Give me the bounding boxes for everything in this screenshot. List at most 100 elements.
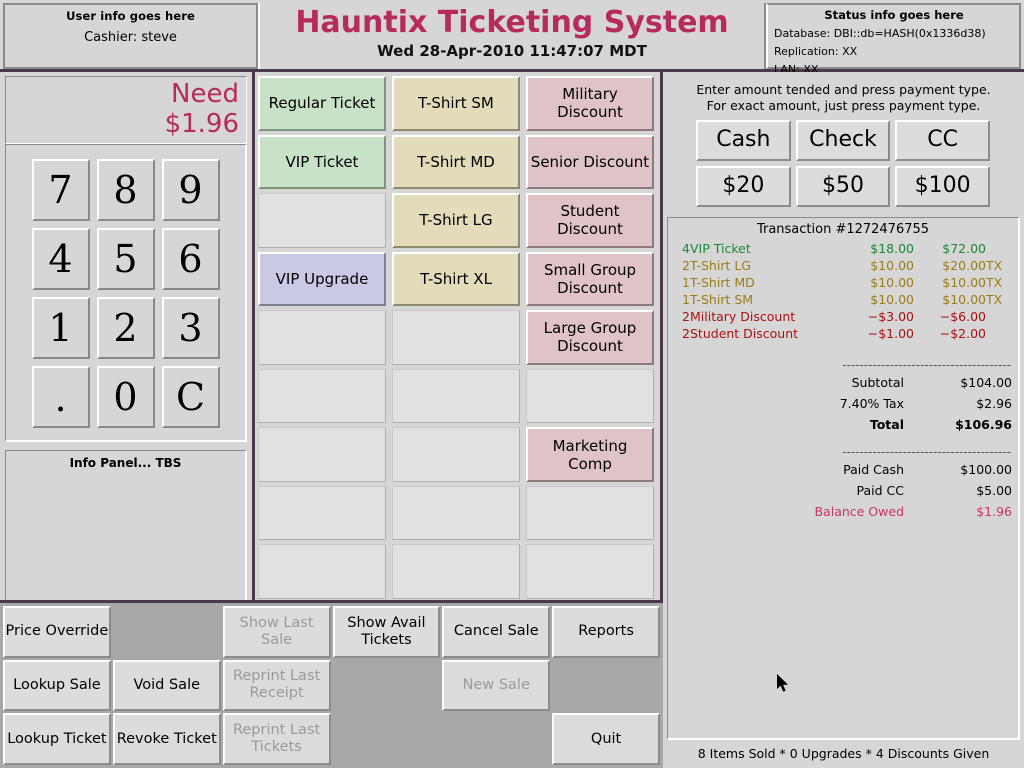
toolbar-button-lookup-ticket[interactable]: Lookup Ticket (3, 713, 111, 765)
product-button-senior-discount[interactable]: Senior Discount (526, 134, 654, 190)
keypad-key-4[interactable]: 4 (31, 228, 90, 290)
line-unit: −$3.00 (867, 309, 914, 324)
keypad-key-7[interactable]: 7 (31, 159, 90, 221)
toolbar-button-blank-1 (112, 606, 221, 658)
total-row-label: Paid Cash (843, 462, 904, 477)
amount-display-panel: Need $1.96 (5, 76, 247, 144)
product-button-t-shirt-xl[interactable]: T-Shirt XL (392, 251, 520, 307)
app-header: User info goes here Cashier: steve Haunt… (0, 0, 1024, 76)
product-button-t-shirt-md[interactable]: T-Shirt MD (392, 134, 520, 190)
line-ext: $10.00 (942, 292, 986, 307)
toolbar-button-revoke-ticket[interactable]: Revoke Ticket (112, 713, 221, 765)
product-button-empty-15 (258, 368, 386, 424)
keypad-key-dot[interactable]: . (31, 366, 90, 428)
product-button-t-shirt-sm[interactable]: T-Shirt SM (392, 76, 520, 131)
totals-divider-top: --------------------------------------- (842, 358, 1011, 372)
toolbar-button-show-last-sale: Show Last Sale (222, 606, 331, 658)
transaction-line-row[interactable]: 2 Student Discount −$1.00 −$2.00 (674, 325, 1012, 342)
total-row-value: $1.96 (976, 504, 1012, 519)
toolbar-grid: Price Override Show Last Sale Show Avail T… (3, 606, 660, 765)
payment-button-cash[interactable]: Cash (696, 120, 791, 161)
product-button-empty-6 (258, 193, 386, 248)
product-button-empty-25 (392, 544, 520, 599)
total-row-value: $2.96 (976, 396, 1012, 411)
line-desc: T-Shirt LG (690, 258, 751, 273)
keypad-key-6[interactable]: 6 (161, 228, 220, 290)
product-button-t-shirt-lg[interactable]: T-Shirt LG (392, 193, 520, 248)
transaction-line-row[interactable]: 4 VIP Ticket $18.00 $72.00 (674, 240, 1012, 257)
product-button-vip-upgrade[interactable]: VIP Upgrade (258, 251, 386, 307)
product-button-small-group-discount[interactable]: Small Group Discount (526, 251, 654, 307)
need-label: Need (171, 79, 239, 109)
keypad-key-9[interactable]: 9 (161, 159, 220, 221)
product-button-large-group-discount[interactable]: Large Group Discount (526, 310, 654, 365)
keypad-key-1[interactable]: 1 (31, 297, 90, 359)
toolbar-button-new-sale: New Sale (442, 659, 551, 712)
product-button-empty-19 (392, 427, 520, 482)
payment-button-cc[interactable]: CC (895, 120, 990, 161)
keypad-key-0[interactable]: 0 (96, 366, 155, 428)
line-desc: T-Shirt SM (690, 292, 754, 307)
line-qty: 1 (682, 292, 690, 307)
keypad-key-2[interactable]: 2 (96, 297, 155, 359)
payment-button-50[interactable]: $50 (795, 166, 891, 207)
toolbar-button-reprint-last-tickets: Reprint Last Tickets (222, 713, 331, 765)
line-unit: $18.00 (870, 241, 914, 256)
total-row-label: 7.40% Tax (839, 396, 904, 411)
toolbar-button-price-override[interactable]: Price Override (3, 606, 111, 658)
line-ext: $20.00 (942, 258, 986, 273)
transaction-line-row[interactable]: 1 T-Shirt SM $10.00 $10.00 TX (674, 291, 1012, 308)
total-row: Paid Cash $100.00 (674, 459, 1012, 480)
line-qty: 2 (682, 326, 690, 341)
keypad-key-5[interactable]: 5 (96, 228, 155, 290)
product-button-marketing-comp[interactable]: Marketing Comp (526, 427, 654, 482)
totals-divider-bottom: --------------------------------------- (842, 445, 1011, 459)
status-info-title: Status info goes here (824, 8, 964, 22)
tender-hint-line1: Enter amount tended and press payment ty… (696, 82, 991, 97)
product-button-empty-23 (526, 485, 654, 541)
line-tax (986, 325, 1012, 342)
transaction-title: Transaction #1272476755 (756, 222, 930, 237)
product-button-vip-ticket[interactable]: VIP Ticket (258, 134, 386, 190)
line-unit: $10.00 (870, 258, 914, 273)
product-button-empty-16 (392, 368, 520, 424)
toolbar-button-void-sale[interactable]: Void Sale (112, 659, 221, 712)
line-tax: TX (986, 258, 1003, 273)
keypad-key-8[interactable]: 8 (96, 159, 155, 221)
total-row: Subtotal $104.00 (674, 372, 1012, 393)
product-button-student-discount[interactable]: Student Discount (526, 193, 654, 248)
sales-summary-status: 8 Items Sold * 0 Upgrades * 4 Discounts … (697, 746, 990, 761)
user-info-title: User info goes here (66, 9, 195, 23)
bottom-toolbar: Price Override Show Last Sale Show Avail T… (0, 600, 663, 768)
toolbar-button-reprint-last-receipt: Reprint Last Receipt (222, 659, 331, 712)
payment-button-check[interactable]: Check (795, 120, 891, 161)
toolbar-button-show-avail-tickets[interactable]: Show Avail Tickets (332, 606, 441, 658)
tender-hint-line2: For exact amount, just press payment typ… (706, 98, 981, 113)
toolbar-button-cancel-sale[interactable]: Cancel Sale (442, 606, 551, 658)
transaction-line-row[interactable]: 1 T-Shirt MD $10.00 $10.00 TX (674, 274, 1012, 291)
toolbar-button-quit[interactable]: Quit (552, 713, 660, 765)
keypad-key-clear[interactable]: C (161, 366, 220, 428)
transaction-line-row[interactable]: 2 Military Discount −$3.00 −$6.00 (674, 308, 1012, 325)
total-row-label: Balance Owed (814, 504, 904, 519)
total-row: Total $106.96 (674, 414, 1012, 435)
toolbar-button-blank-9 (332, 659, 441, 712)
product-button-empty-21 (258, 485, 386, 541)
toolbar-button-reports[interactable]: Reports (552, 606, 660, 658)
toolbar-button-lookup-sale[interactable]: Lookup Sale (3, 659, 111, 712)
product-button-regular-ticket[interactable]: Regular Ticket (258, 76, 386, 131)
payment-button-20[interactable]: $20 (696, 166, 791, 207)
transaction-line-row[interactable]: 2 T-Shirt LG $10.00 $20.00 TX (674, 257, 1012, 274)
payment-button-100[interactable]: $100 (895, 166, 990, 207)
line-tax: TX (986, 292, 1003, 307)
pos-application: User info goes here Cashier: steve Haunt… (0, 0, 1024, 768)
cashier-name: Cashier: steve (84, 30, 177, 45)
product-button-military-discount[interactable]: Military Discount (526, 76, 654, 131)
user-info-panel: User info goes here Cashier: steve (3, 3, 258, 69)
total-row-label: Paid CC (856, 483, 904, 498)
total-row: Balance Owed $1.96 (674, 501, 1012, 522)
keypad-key-3[interactable]: 3 (161, 297, 220, 359)
line-ext: $72.00 (942, 241, 986, 256)
line-tax (986, 308, 1012, 325)
product-button-empty-26 (526, 544, 654, 599)
